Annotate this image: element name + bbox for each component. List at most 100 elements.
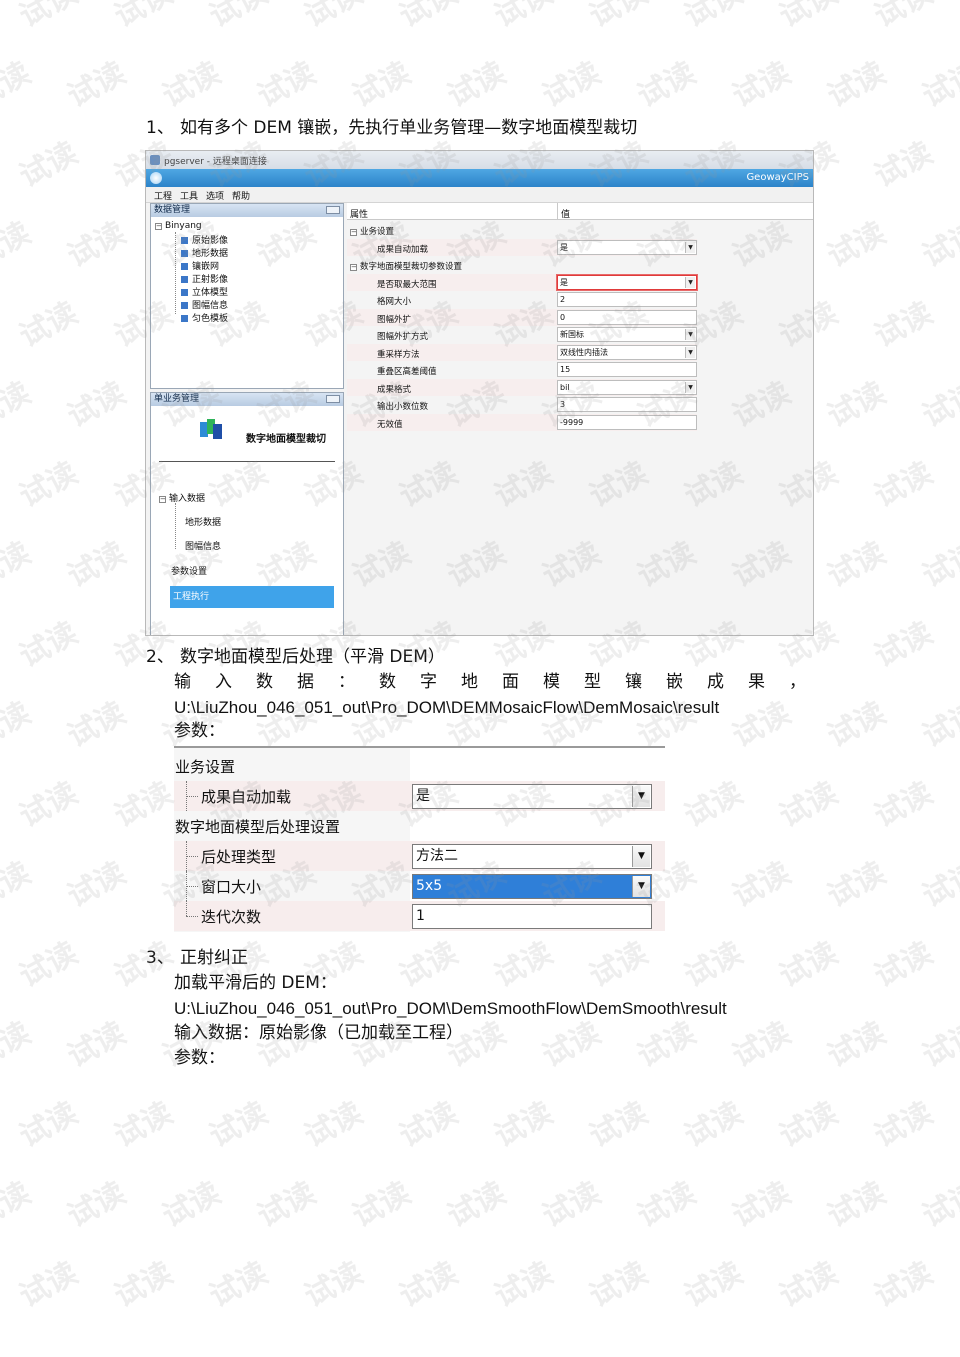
- prop-value-input[interactable]: 3: [557, 397, 697, 412]
- tree-item-color-template[interactable]: 匀色模板: [181, 311, 228, 324]
- group-label: 数字地面模型裁切参数设置: [360, 262, 463, 272]
- prop-row-grid-size[interactable]: 格网大小 2: [347, 291, 697, 309]
- wizard-item-execute[interactable]: 工程执行: [170, 586, 334, 608]
- wizard-input-group[interactable]: − 输入数据: [159, 491, 205, 504]
- prop-value-input[interactable]: 0: [557, 309, 697, 325]
- pin-icon[interactable]: [326, 206, 340, 214]
- prop-value-select[interactable]: 是 ▼: [412, 784, 652, 809]
- watermark-text: 试读: [251, 1175, 322, 1235]
- prop-value-select[interactable]: bil ▼: [557, 379, 697, 395]
- watermark-text: 试读: [61, 1175, 132, 1235]
- prop-value-input[interactable]: 1: [412, 904, 652, 929]
- chevron-down-icon[interactable]: ▼: [685, 276, 695, 288]
- chevron-down-icon[interactable]: ▼: [685, 346, 695, 358]
- tree-root[interactable]: − Binyang: [155, 221, 202, 231]
- char: 嵌: [666, 672, 683, 692]
- section2-heading: 2、 数字地面模型后处理（平滑 DEM）: [146, 645, 445, 670]
- prop-row-max-extent[interactable]: 是否取最大范围 是 ▼: [347, 273, 697, 291]
- tree-item-sheet[interactable]: 图幅信息: [181, 298, 228, 311]
- menu-tools[interactable]: 工具: [180, 189, 198, 202]
- watermark-text: 试读: [631, 1175, 702, 1235]
- collapse-icon[interactable]: −: [350, 229, 357, 236]
- prop-row-expand-mode[interactable]: 图幅外扩方式 新国标 ▼: [347, 326, 697, 344]
- prop-label: 后处理类型: [201, 848, 277, 866]
- prop-value-select[interactable]: 新国标 ▼: [557, 327, 697, 342]
- data-panel-header: 数据管理: [151, 204, 343, 217]
- tree-item-stereo[interactable]: 立体模型: [181, 285, 228, 298]
- pin-icon[interactable]: [326, 395, 340, 403]
- group-dem-smooth-settings[interactable]: 数字地面模型后处理设置: [174, 811, 665, 841]
- watermark-text: 试读: [916, 55, 960, 115]
- watermark-text: 试读: [536, 55, 607, 115]
- menu-project[interactable]: 工程: [154, 189, 172, 202]
- section3-title: 正射纠正: [180, 948, 248, 968]
- watermark-text: 试读: [868, 615, 939, 675]
- wizard-item-params[interactable]: 参数设置: [171, 564, 207, 577]
- prop-value-select[interactable]: 是 ▼: [557, 239, 697, 255]
- prop-row-auto-load[interactable]: 成果自动加载 是 ▼: [347, 238, 697, 256]
- watermark-text: 试读: [726, 1175, 797, 1235]
- watermark-text: 试读: [13, 1255, 84, 1315]
- tree-item-terrain[interactable]: 地形数据: [181, 246, 228, 259]
- watermark-text: 试读: [868, 935, 939, 995]
- watermark-text: 试读: [488, 1095, 559, 1155]
- menu-bar: 工程 工具 选项 帮助: [146, 187, 813, 203]
- chevron-down-icon[interactable]: ▼: [632, 786, 650, 807]
- prop-row-nodata[interactable]: 无效值 -9999: [347, 413, 697, 431]
- chevron-down-icon[interactable]: ▼: [685, 241, 695, 253]
- section3-number: 3、: [146, 948, 174, 968]
- chevron-down-icon[interactable]: ▼: [632, 876, 650, 897]
- prop-value-select[interactable]: 方法二 ▼: [412, 844, 652, 869]
- prop-value-select-highlighted[interactable]: 是 ▼: [557, 274, 697, 290]
- section2-title: 数字地面模型后处理（平滑 DEM）: [180, 647, 445, 667]
- wizard-item-terrain[interactable]: 地形数据: [185, 515, 221, 528]
- watermark-text: 试读: [393, 935, 464, 995]
- collapse-icon[interactable]: −: [350, 264, 357, 271]
- tree-item-raw-image[interactable]: 原始影像: [181, 233, 228, 246]
- menu-help[interactable]: 帮助: [232, 189, 250, 202]
- chevron-down-icon[interactable]: ▼: [632, 846, 650, 867]
- section3-heading: 3、 正射纠正: [146, 946, 248, 971]
- prop-row-auto-load[interactable]: 成果自动加载 是 ▼: [174, 781, 665, 811]
- chevron-down-icon[interactable]: ▼: [685, 381, 695, 393]
- collapse-icon[interactable]: −: [159, 496, 166, 503]
- section1-text: 如有多个 DEM 镶嵌，先执行单业务管理—数字地面模型裁切: [180, 118, 638, 138]
- group-business-settings[interactable]: − 业务设置: [347, 221, 697, 239]
- prop-row-output-format[interactable]: 成果格式 bil ▼: [347, 378, 697, 396]
- prop-value-select[interactable]: 双线性内插法 ▼: [557, 344, 697, 360]
- tree-item-label: 图幅信息: [192, 301, 229, 311]
- section2-number: 2、: [146, 647, 174, 667]
- watermark-text: 试读: [13, 295, 84, 355]
- prop-value-input[interactable]: -9999: [557, 414, 697, 430]
- wizard-item-sheet[interactable]: 图幅信息: [185, 539, 221, 552]
- watermark-text: 试读: [821, 215, 892, 275]
- watermark-text: 试读: [298, 0, 369, 35]
- watermark-text: 试读: [868, 455, 939, 515]
- menu-options[interactable]: 选项: [206, 189, 224, 202]
- layer-icon: [181, 237, 188, 244]
- prop-row-process-type[interactable]: 后处理类型 方法二 ▼: [174, 841, 665, 871]
- section2-input-path: U:\LiuZhou_046_051_out\Pro_DOM\DEMMosaic…: [174, 698, 720, 717]
- section3-line4: 参数：: [174, 1048, 225, 1068]
- prop-value: 新国标: [560, 330, 584, 339]
- tree-item-mosaic[interactable]: 镶嵌网: [181, 259, 219, 272]
- watermark-text: 试读: [0, 855, 37, 915]
- watermark-text: 试读: [773, 1095, 844, 1155]
- collapse-icon[interactable]: −: [155, 223, 162, 230]
- prop-row-iterations[interactable]: 迭代次数 1: [174, 901, 665, 931]
- group-business-settings[interactable]: 业务设置: [174, 751, 665, 781]
- prop-row-overlap-threshold[interactable]: 重叠区高差阈值 15: [347, 361, 697, 379]
- prop-value-select-selected[interactable]: 5x5 ▼: [412, 874, 652, 899]
- tree-item-ortho[interactable]: 正射影像: [181, 272, 228, 285]
- prop-row-window-size[interactable]: 窗口大小 5x5 ▼: [174, 871, 665, 901]
- brand-label: GeowayCIPS: [746, 172, 809, 183]
- prop-row-decimals[interactable]: 输出小数位数 3: [347, 396, 697, 414]
- prop-value-input[interactable]: 15: [557, 362, 697, 377]
- chevron-down-icon[interactable]: ▼: [685, 329, 695, 340]
- prop-row-sheet-expand[interactable]: 图幅外扩 0: [347, 308, 697, 326]
- prop-value-input[interactable]: 2: [557, 292, 697, 307]
- prop-value: 是: [560, 277, 568, 287]
- group-dem-clip-settings[interactable]: − 数字地面模型裁切参数设置: [347, 256, 697, 274]
- prop-row-resample[interactable]: 重采样方法 双线性内插法 ▼: [347, 343, 697, 361]
- prop-value: 3: [560, 400, 566, 409]
